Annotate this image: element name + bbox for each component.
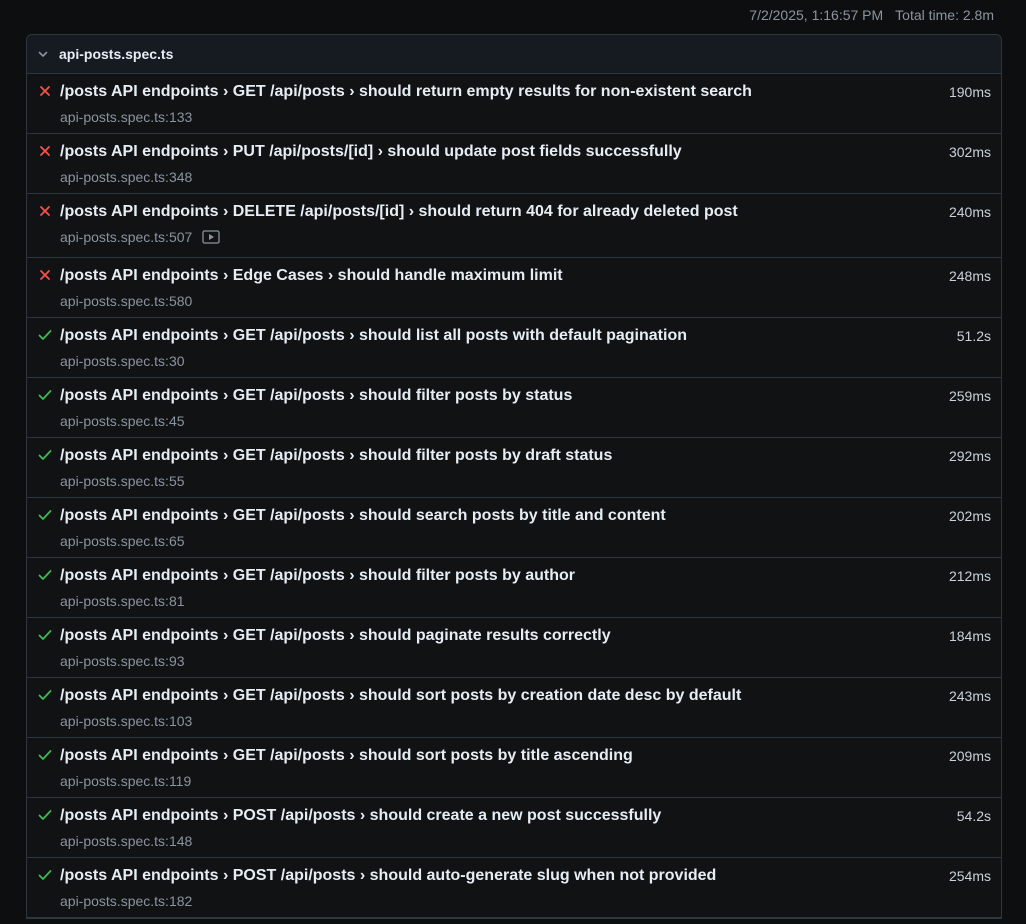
test-title[interactable]: /posts API endpoints › GET /api/posts › … (60, 507, 666, 525)
test-row[interactable]: /posts API endpoints › GET /api/posts › … (27, 678, 1001, 738)
test-title[interactable]: /posts API endpoints › POST /api/posts ›… (60, 807, 661, 825)
test-title[interactable]: /posts API endpoints › GET /api/posts › … (60, 627, 611, 645)
test-duration: 51.2s (956, 328, 991, 344)
test-duration: 243ms (948, 688, 991, 704)
test-location-line: api-posts.spec.ts:81 (60, 593, 185, 609)
test-duration: 254ms (948, 868, 991, 884)
test-location[interactable]: api-posts.spec.ts:580 (60, 293, 192, 309)
test-row[interactable]: /posts API endpoints › GET /api/posts › … (27, 438, 1001, 498)
x-icon (37, 143, 53, 159)
file-header-toggle[interactable]: api-posts.spec.ts (27, 35, 1001, 74)
test-location[interactable]: api-posts.spec.ts:93 (60, 653, 185, 669)
test-location-line: api-posts.spec.ts:30 (60, 353, 185, 369)
x-icon (37, 83, 53, 99)
test-location[interactable]: api-posts.spec.ts:81 (60, 593, 185, 609)
test-location[interactable]: api-posts.spec.ts:348 (60, 169, 192, 185)
test-row[interactable]: /posts API endpoints › POST /api/posts ›… (27, 798, 1001, 858)
test-title[interactable]: /posts API endpoints › GET /api/posts › … (60, 447, 612, 465)
file-group: api-posts.spec.ts /posts API endpoints ›… (26, 34, 1002, 919)
test-location-line: api-posts.spec.ts:182 (60, 893, 192, 909)
test-duration: 302ms (948, 144, 991, 160)
test-location-line: api-posts.spec.ts:148 (60, 833, 192, 849)
test-location-line: api-posts.spec.ts:580 (60, 293, 192, 309)
x-icon (37, 267, 53, 283)
check-icon (37, 747, 53, 763)
test-row[interactable]: /posts API endpoints › GET /api/posts › … (27, 318, 1001, 378)
check-icon (37, 627, 53, 643)
check-icon (37, 867, 53, 883)
test-location-line: api-posts.spec.ts:45 (60, 413, 185, 429)
test-location[interactable]: api-posts.spec.ts:148 (60, 833, 192, 849)
test-duration: 184ms (948, 628, 991, 644)
test-title[interactable]: /posts API endpoints › GET /api/posts › … (60, 567, 575, 585)
test-row[interactable]: /posts API endpoints › GET /api/posts › … (27, 558, 1001, 618)
test-row[interactable]: /posts API endpoints › PUT /api/posts/[i… (27, 134, 1001, 194)
test-row[interactable]: /posts API endpoints › GET /api/posts › … (27, 618, 1001, 678)
total-time: Total time: 2.8m (895, 7, 994, 23)
test-duration: 259ms (948, 388, 991, 404)
test-location-line: api-posts.spec.ts:133 (60, 109, 192, 125)
test-duration: 240ms (948, 204, 991, 220)
test-title[interactable]: /posts API endpoints › POST /api/posts ›… (60, 867, 716, 885)
test-location[interactable]: api-posts.spec.ts:103 (60, 713, 192, 729)
test-location[interactable]: api-posts.spec.ts:45 (60, 413, 185, 429)
test-location[interactable]: api-posts.spec.ts:133 (60, 109, 192, 125)
test-duration: 209ms (948, 748, 991, 764)
video-icon[interactable] (202, 230, 220, 244)
report-timestamp: 7/2/2025, 1:16:57 PM (749, 7, 884, 23)
test-location-line: api-posts.spec.ts:348 (60, 169, 192, 185)
test-location[interactable]: api-posts.spec.ts:65 (60, 533, 185, 549)
test-row[interactable]: /posts API endpoints › Edge Cases › shou… (27, 258, 1001, 318)
test-location-line: api-posts.spec.ts:119 (60, 773, 191, 789)
check-icon (37, 327, 53, 343)
test-title[interactable]: /posts API endpoints › Edge Cases › shou… (60, 267, 563, 285)
check-icon (37, 447, 53, 463)
test-location-line: api-posts.spec.ts:507 (60, 229, 220, 245)
test-list: /posts API endpoints › GET /api/posts › … (27, 74, 1001, 918)
test-row[interactable]: /posts API endpoints › GET /api/posts › … (27, 498, 1001, 558)
test-row[interactable]: /posts API endpoints › GET /api/posts › … (27, 378, 1001, 438)
check-icon (37, 687, 53, 703)
test-duration: 212ms (948, 568, 991, 584)
check-icon (37, 567, 53, 583)
test-location[interactable]: api-posts.spec.ts:507 (60, 229, 192, 245)
test-location-line: api-posts.spec.ts:65 (60, 533, 185, 549)
test-location-line: api-posts.spec.ts:103 (60, 713, 192, 729)
test-location-line: api-posts.spec.ts:93 (60, 653, 185, 669)
test-duration: 54.2s (956, 808, 991, 824)
test-title[interactable]: /posts API endpoints › PUT /api/posts/[i… (60, 143, 682, 161)
test-row[interactable]: /posts API endpoints › GET /api/posts › … (27, 738, 1001, 798)
report-header: 7/2/2025, 1:16:57 PM Total time: 2.8m (0, 0, 1026, 30)
test-duration: 202ms (948, 508, 991, 524)
test-title[interactable]: /posts API endpoints › GET /api/posts › … (60, 747, 633, 765)
test-title[interactable]: /posts API endpoints › DELETE /api/posts… (60, 203, 738, 221)
test-duration: 190ms (948, 84, 991, 100)
test-location[interactable]: api-posts.spec.ts:30 (60, 353, 185, 369)
x-icon (37, 203, 53, 219)
test-row[interactable]: /posts API endpoints › DELETE /api/posts… (27, 194, 1001, 258)
test-location[interactable]: api-posts.spec.ts:119 (60, 773, 191, 789)
test-location[interactable]: api-posts.spec.ts:182 (60, 893, 192, 909)
test-location-line: api-posts.spec.ts:55 (60, 473, 185, 489)
test-title[interactable]: /posts API endpoints › GET /api/posts › … (60, 327, 687, 345)
test-row[interactable]: /posts API endpoints › POST /api/posts ›… (27, 858, 1001, 918)
test-duration: 248ms (948, 268, 991, 284)
check-icon (37, 507, 53, 523)
chevron-down-icon (27, 48, 59, 60)
file-name: api-posts.spec.ts (59, 46, 174, 62)
test-row[interactable]: /posts API endpoints › GET /api/posts › … (27, 74, 1001, 134)
test-title[interactable]: /posts API endpoints › GET /api/posts › … (60, 83, 752, 101)
test-location[interactable]: api-posts.spec.ts:55 (60, 473, 185, 489)
check-icon (37, 387, 53, 403)
test-title[interactable]: /posts API endpoints › GET /api/posts › … (60, 687, 741, 705)
test-title[interactable]: /posts API endpoints › GET /api/posts › … (60, 387, 572, 405)
test-duration: 292ms (948, 448, 991, 464)
check-icon (37, 807, 53, 823)
